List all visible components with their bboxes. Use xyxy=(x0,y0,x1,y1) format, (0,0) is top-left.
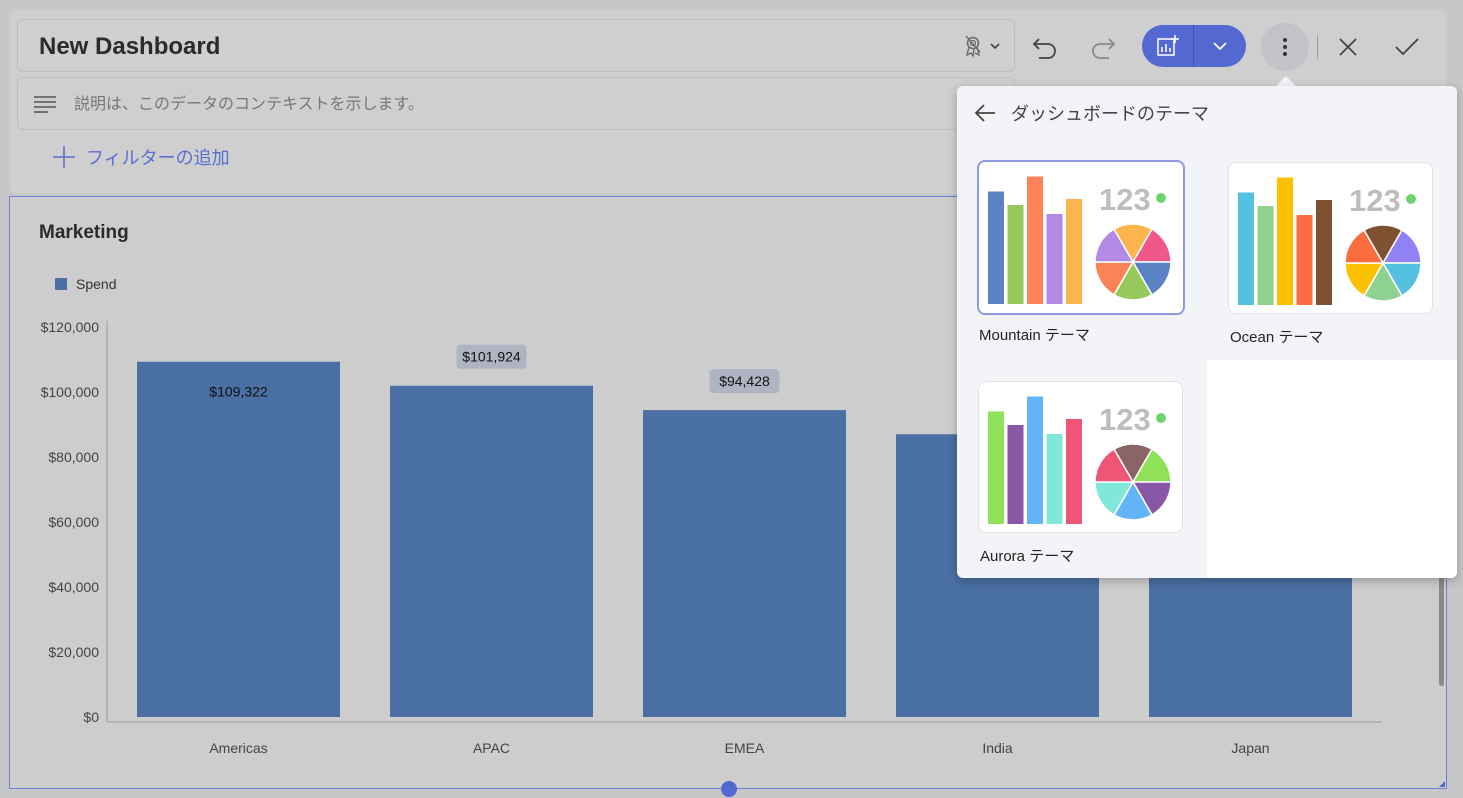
popup-empty-area xyxy=(1207,360,1457,578)
plus-icon xyxy=(53,146,75,168)
theme-popup: ダッシュボードのテーマ 123 Mountain テーマ 123 Ocean テーマ 1… xyxy=(957,86,1457,578)
theme-award-icon xyxy=(965,35,981,58)
preview-bar xyxy=(1007,425,1024,524)
add-filter-button[interactable]: フィルターの追加 xyxy=(52,144,230,170)
close-button[interactable] xyxy=(1326,23,1370,71)
y-tick-label: $0 xyxy=(83,709,99,725)
y-tick-label: $100,000 xyxy=(41,384,100,400)
theme-label: Aurora テーマ xyxy=(980,548,1075,565)
save-button[interactable] xyxy=(1385,23,1429,71)
preview-bar xyxy=(988,191,1004,304)
add-visualization-split-button xyxy=(1142,25,1246,67)
theme-preview: 123 xyxy=(977,160,1185,315)
theme-preview: 123 xyxy=(1228,162,1433,314)
x-tick-label: APAC xyxy=(473,740,510,756)
preview-bar xyxy=(1027,396,1043,524)
redo-icon xyxy=(1092,38,1116,59)
add-visualization-button[interactable] xyxy=(1142,25,1193,67)
popup-header: ダッシュボードのテーマ xyxy=(973,98,1209,128)
data-label: $109,322 xyxy=(209,384,268,400)
more-vert-icon xyxy=(1283,38,1287,56)
resize-corner-handle[interactable] xyxy=(1439,781,1445,787)
widget-scrollbar[interactable] xyxy=(1439,576,1444,686)
add-visualization-dropdown[interactable] xyxy=(1194,25,1246,67)
preview-bar xyxy=(1316,200,1332,305)
preview-bar xyxy=(1007,205,1024,304)
add-filter-label: フィルターの追加 xyxy=(86,148,230,168)
check-icon xyxy=(1395,38,1419,56)
preview-bar xyxy=(1046,434,1063,524)
description-field[interactable] xyxy=(17,77,1015,131)
preview-bar xyxy=(1277,177,1293,305)
theme-card-mountain[interactable]: 123 Mountain テーマ xyxy=(977,160,1207,360)
bar[interactable] xyxy=(390,385,593,717)
data-label: $101,924 xyxy=(456,344,527,369)
redo-button[interactable] xyxy=(1081,23,1125,71)
preview-number: 123 xyxy=(1099,182,1151,217)
x-tick-label: Americas xyxy=(209,740,267,756)
chevron-down-icon xyxy=(990,43,1000,50)
theme-card-aurora[interactable]: 123 Aurora テーマ xyxy=(978,381,1208,581)
preview-number: 123 xyxy=(1349,183,1401,218)
preview-dot xyxy=(1156,193,1166,203)
undo-button[interactable] xyxy=(1023,23,1067,71)
preview-bar xyxy=(1238,192,1254,305)
description-input[interactable] xyxy=(72,78,976,131)
text-lines-icon xyxy=(34,96,56,113)
dashboard-title-field[interactable]: New Dashboard xyxy=(17,19,1015,72)
x-tick-label: India xyxy=(982,740,1013,756)
theme-card-ocean[interactable]: 123 Ocean テーマ xyxy=(1228,162,1458,362)
y-tick-label: $120,000 xyxy=(41,319,100,335)
back-button[interactable] xyxy=(973,101,997,125)
add-visualization-icon xyxy=(1156,35,1179,56)
bar[interactable] xyxy=(643,410,846,717)
preview-bar xyxy=(1066,419,1082,524)
preview-number: 123 xyxy=(1099,402,1151,437)
x-tick-label: Japan xyxy=(1231,740,1269,756)
preview-dot xyxy=(1156,413,1166,423)
theme-label: Mountain テーマ xyxy=(979,327,1090,344)
y-tick-label: $20,000 xyxy=(48,644,99,660)
toolbar-divider xyxy=(1317,35,1318,59)
y-tick-label: $60,000 xyxy=(48,514,99,530)
y-tick-label: $40,000 xyxy=(48,579,99,595)
chevron-down-icon xyxy=(1213,42,1227,51)
preview-bar xyxy=(1066,199,1082,304)
preview-bar xyxy=(988,411,1004,524)
preview-bar xyxy=(1296,215,1313,305)
theme-preview: 123 xyxy=(978,381,1183,533)
bar[interactable] xyxy=(137,361,340,717)
y-tick-label: $80,000 xyxy=(48,449,99,465)
preview-bar xyxy=(1046,214,1063,304)
close-icon xyxy=(1339,38,1357,56)
theme-selector-button[interactable] xyxy=(960,32,1004,60)
svg-text:$94,428: $94,428 xyxy=(719,373,770,389)
popup-title: ダッシュボードのテーマ xyxy=(1011,104,1209,124)
resize-handle[interactable] xyxy=(721,781,737,797)
preview-bar xyxy=(1257,206,1274,305)
preview-bar xyxy=(1027,176,1043,304)
popup-caret xyxy=(1276,76,1296,86)
dashboard-title[interactable]: New Dashboard xyxy=(39,33,220,61)
data-label: $94,428 xyxy=(709,369,780,394)
arrow-left-icon xyxy=(974,104,995,122)
preview-dot xyxy=(1406,194,1416,204)
x-tick-label: EMEA xyxy=(725,740,765,756)
theme-label: Ocean テーマ xyxy=(1230,329,1324,346)
undo-icon xyxy=(1032,38,1056,59)
more-options-button[interactable] xyxy=(1261,23,1309,71)
svg-text:$101,924: $101,924 xyxy=(462,349,521,365)
